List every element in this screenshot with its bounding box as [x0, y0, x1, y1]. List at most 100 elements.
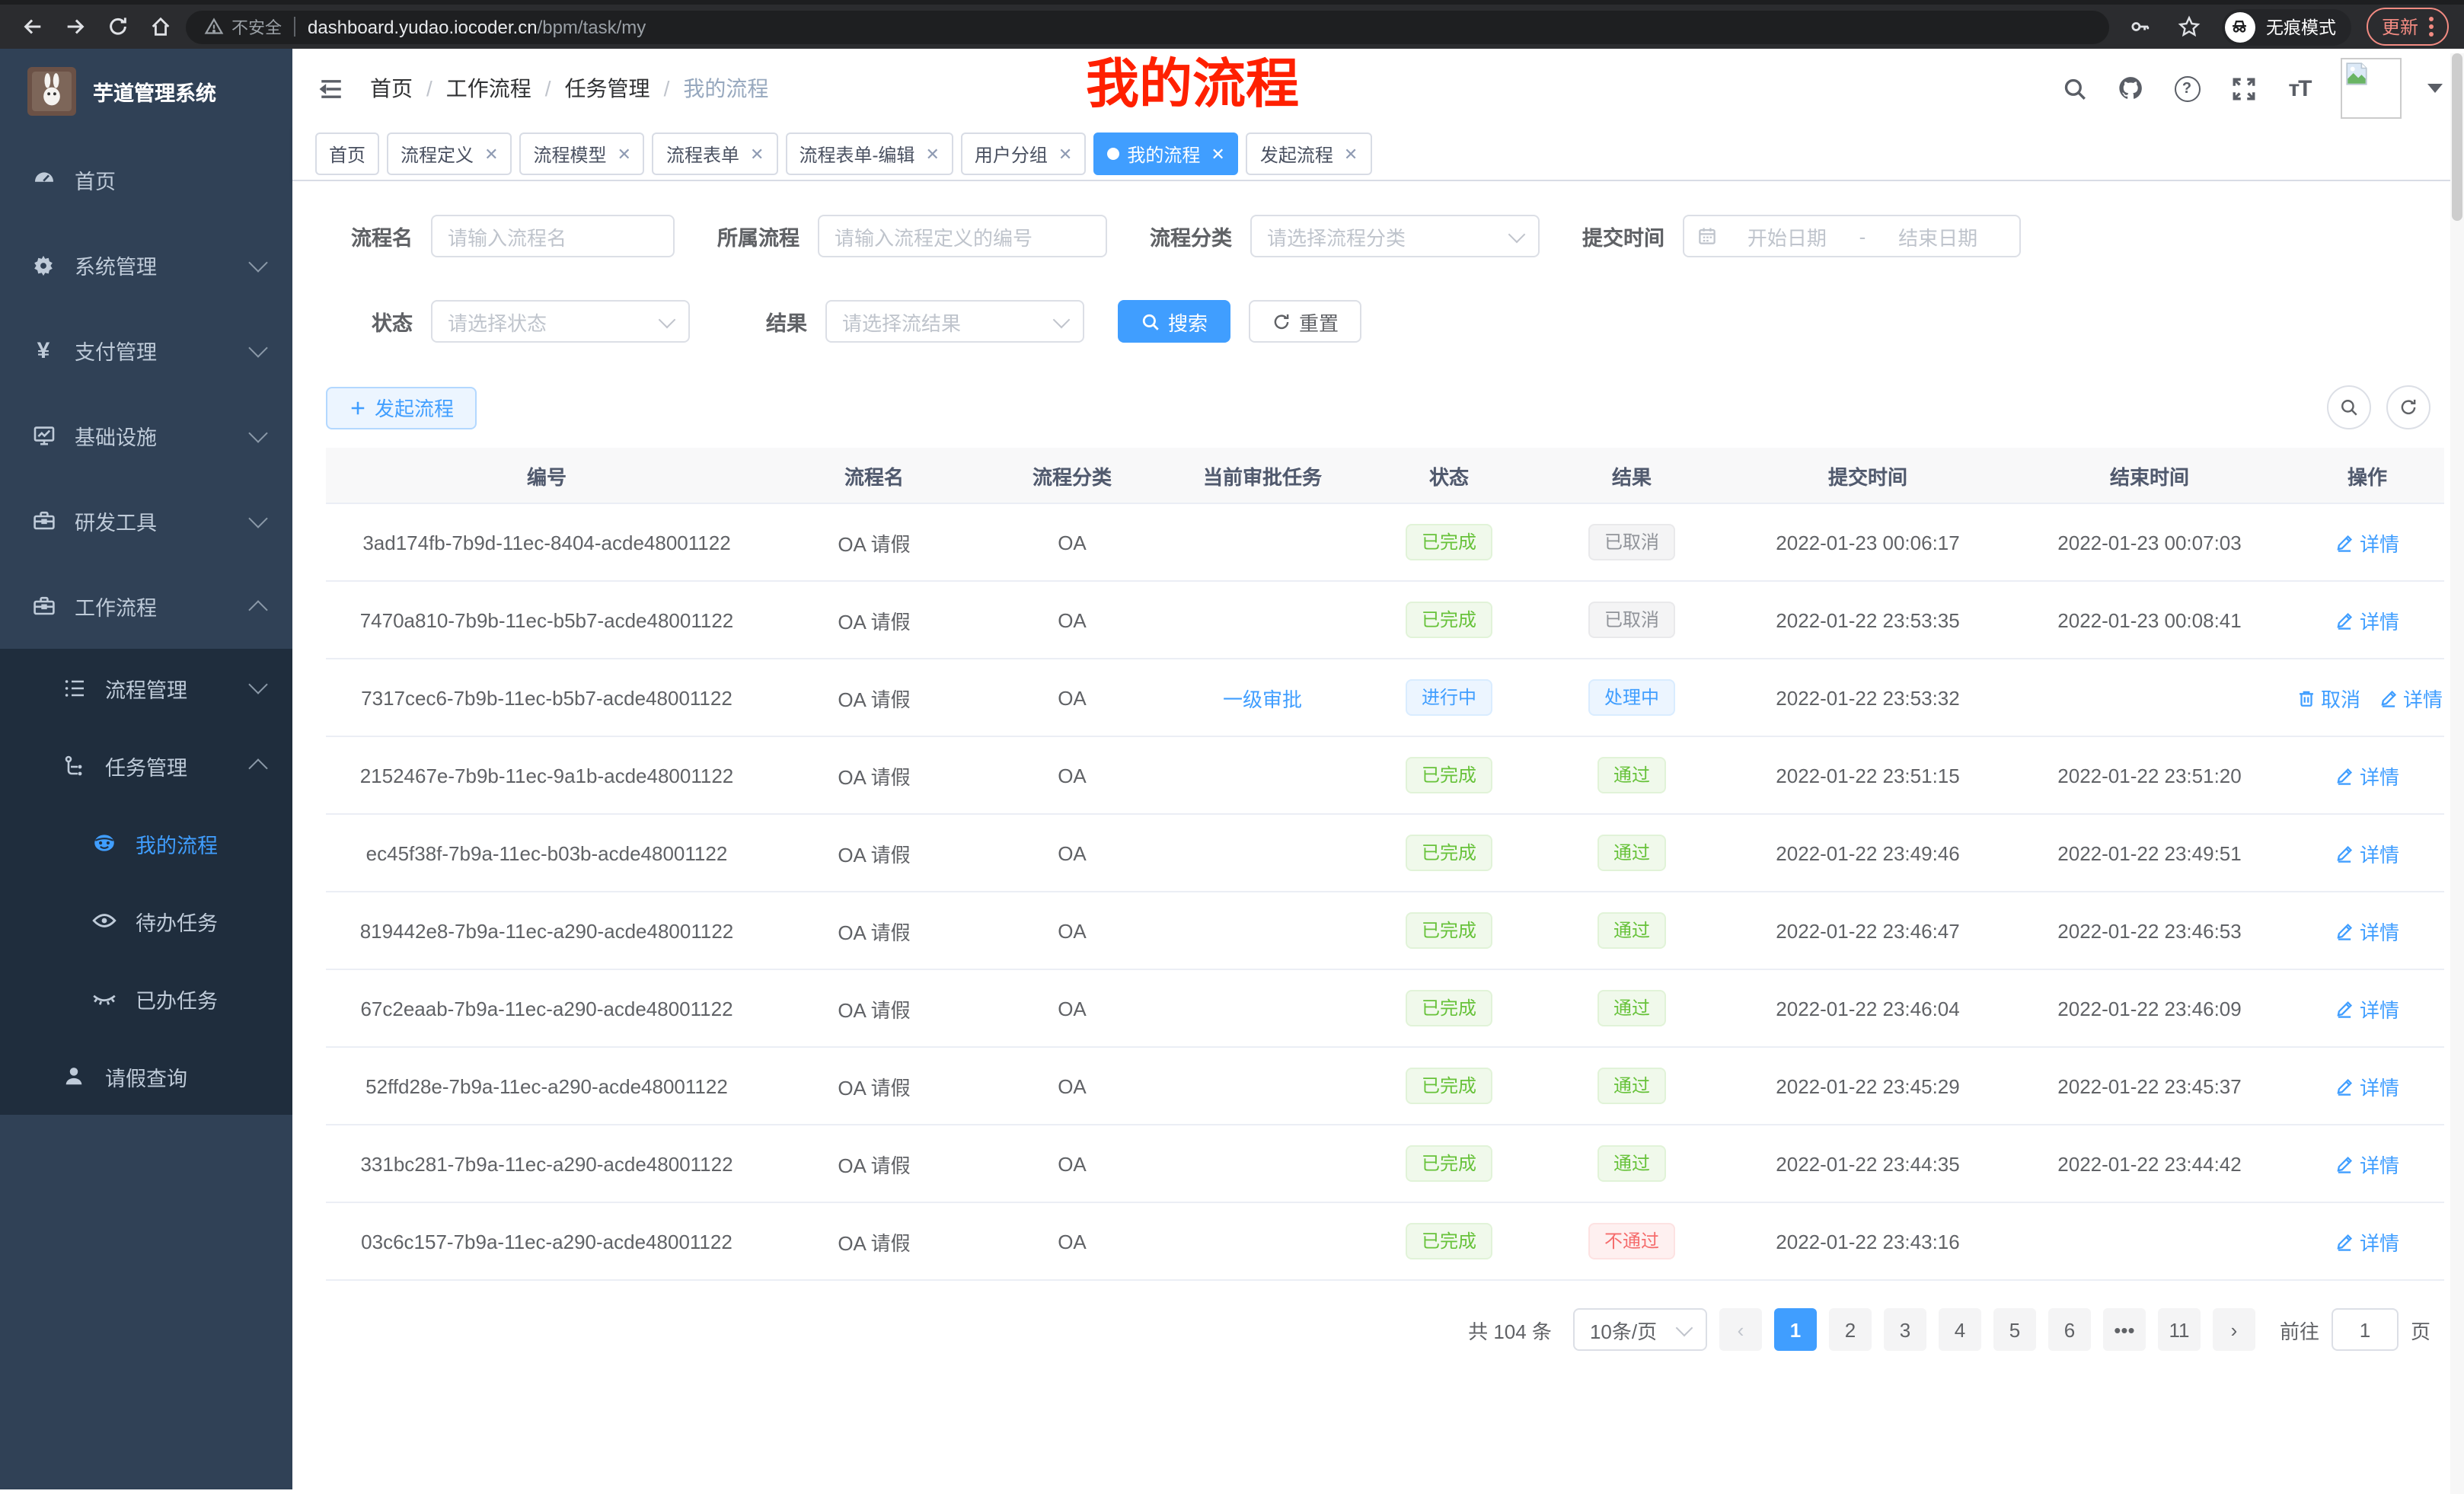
sidebar-item-系统管理[interactable]: 系统管理	[0, 222, 292, 308]
detail-action[interactable]: 详情	[2379, 683, 2443, 712]
breadcrumb-task[interactable]: 任务管理	[565, 73, 650, 104]
address-bar[interactable]: 不安全 dashboard.yudao.iocoder.cn/bpm/task/…	[186, 10, 2109, 43]
prev-page-button[interactable]: ‹	[1719, 1308, 1762, 1351]
browser-menu-icon[interactable]	[2429, 17, 2434, 37]
result-select[interactable]: 请选择流结果	[825, 300, 1084, 343]
detail-action[interactable]: 详情	[2335, 761, 2399, 790]
tab-流程定义[interactable]: 流程定义✕	[387, 132, 512, 175]
avatar-dropdown-caret[interactable]	[2427, 84, 2443, 93]
font-size-icon[interactable]: тT	[2284, 73, 2315, 104]
close-tab-icon[interactable]: ✕	[1058, 144, 1072, 164]
cell-task	[1163, 1125, 1361, 1202]
cell-status: 已完成	[1361, 581, 1537, 659]
close-tab-icon[interactable]: ✕	[618, 144, 631, 164]
page-button-2[interactable]: 2	[1829, 1308, 1872, 1351]
tab-用户分组[interactable]: 用户分组✕	[961, 132, 1086, 175]
detail-action[interactable]: 详情	[2335, 916, 2399, 945]
task-link[interactable]: 一级审批	[1223, 688, 1302, 710]
tab-我的流程[interactable]: 我的流程✕	[1093, 132, 1238, 175]
chevron-up-icon	[248, 599, 267, 618]
more-pages-button[interactable]: •••	[2103, 1308, 2146, 1351]
page-button-1[interactable]: 1	[1774, 1308, 1817, 1351]
tab-流程模型[interactable]: 流程模型✕	[520, 132, 645, 175]
next-page-button[interactable]: ›	[2213, 1308, 2255, 1351]
breadcrumb-workflow[interactable]: 工作流程	[446, 73, 531, 104]
detail-action[interactable]: 详情	[2335, 994, 2399, 1023]
fullscreen-icon[interactable]	[2228, 73, 2258, 104]
app-logo[interactable]: 芋道管理系统	[0, 49, 292, 134]
key-icon[interactable]	[2124, 10, 2158, 43]
status-select[interactable]: 请选择状态	[431, 300, 690, 343]
parent-process-input[interactable]: 请输入流程定义的编号	[818, 215, 1107, 257]
page-button-3[interactable]: 3	[1884, 1308, 1926, 1351]
github-icon[interactable]	[2115, 73, 2146, 104]
detail-action[interactable]: 详情	[2335, 1149, 2399, 1178]
cancel-action[interactable]: 取消	[2296, 683, 2360, 712]
col-end-time: 结束时间	[2009, 448, 2290, 503]
table-row: 331bc281-7b9a-11ec-a290-acde48001122OA 请…	[326, 1125, 2444, 1202]
chevron-down-icon	[248, 337, 267, 356]
sidebar-item-我的流程[interactable]: 我的流程	[0, 804, 292, 882]
cell-result: 已取消	[1537, 581, 1727, 659]
tab-流程表单[interactable]: 流程表单✕	[653, 132, 777, 175]
sidebar-item-请假查询[interactable]: 请假查询	[0, 1037, 292, 1115]
page-button-11[interactable]: 11	[2158, 1308, 2201, 1351]
edit-icon	[2335, 1231, 2355, 1251]
tab-发起流程[interactable]: 发起流程✕	[1246, 132, 1371, 175]
process-name-input[interactable]: 请输入流程名	[431, 215, 675, 257]
sidebar-item-基础设施[interactable]: 基础设施	[0, 393, 292, 478]
sidebar-item-已办任务[interactable]: 已办任务	[0, 959, 292, 1037]
reload-icon[interactable]	[101, 10, 134, 43]
breadcrumb: 首页 / 工作流程 / 任务管理 / 我的流程	[370, 73, 768, 104]
window-scrollbar[interactable]	[2450, 53, 2464, 1494]
help-icon[interactable]: ?	[2172, 73, 2202, 104]
page-button-6[interactable]: 6	[2048, 1308, 2091, 1351]
sidebar-item-待办任务[interactable]: 待办任务	[0, 882, 292, 959]
sidebar-item-流程管理[interactable]: 流程管理	[0, 649, 292, 726]
detail-action[interactable]: 详情	[2335, 1227, 2399, 1256]
page-size-select[interactable]: 10条/页	[1573, 1308, 1707, 1351]
reset-button[interactable]: 重置	[1249, 300, 1361, 343]
tags-view-bar: 首页流程定义✕流程模型✕流程表单✕流程表单-编辑✕用户分组✕我的流程✕发起流程✕	[292, 128, 2464, 181]
close-tab-icon[interactable]: ✕	[1344, 144, 1358, 164]
security-warning[interactable]: 不安全	[204, 14, 282, 39]
cell-task	[1163, 892, 1361, 969]
cell-end-time: 2022-01-22 23:45:37	[2009, 1047, 2290, 1125]
page-button-5[interactable]: 5	[1993, 1308, 2036, 1351]
sidebar-item-支付管理[interactable]: ¥支付管理	[0, 308, 292, 393]
search-button[interactable]: 搜索	[1118, 300, 1230, 343]
category-select[interactable]: 请选择流程分类	[1250, 215, 1540, 257]
forward-icon[interactable]	[58, 10, 91, 43]
close-tab-icon[interactable]: ✕	[484, 144, 498, 164]
avatar[interactable]	[2341, 58, 2402, 119]
search-icon[interactable]	[2059, 73, 2089, 104]
navbar: 首页 / 工作流程 / 任务管理 / 我的流程 我的流程 ?	[292, 49, 2464, 128]
sidebar-item-任务管理[interactable]: 任务管理	[0, 726, 292, 804]
sidebar-item-首页[interactable]: 首页	[0, 137, 292, 222]
close-tab-icon[interactable]: ✕	[750, 144, 764, 164]
create-process-button[interactable]: 发起流程	[326, 386, 477, 429]
refresh-table-button[interactable]	[2386, 385, 2430, 429]
home-icon[interactable]	[143, 10, 177, 43]
detail-action[interactable]: 详情	[2335, 528, 2399, 557]
detail-action[interactable]: 详情	[2335, 838, 2399, 867]
collapse-sidebar-icon[interactable]	[315, 73, 346, 104]
goto-page-input[interactable]: 1	[2332, 1308, 2399, 1351]
detail-action[interactable]: 详情	[2335, 605, 2399, 634]
date-range-picker[interactable]: 开始日期 - 结束日期	[1683, 215, 2021, 257]
sidebar-item-工作流程[interactable]: 工作流程	[0, 563, 292, 649]
bookmark-star-icon[interactable]	[2173, 10, 2207, 43]
tab-流程表单-编辑[interactable]: 流程表单-编辑✕	[785, 132, 953, 175]
page-button-4[interactable]: 4	[1939, 1308, 1981, 1351]
detail-action[interactable]: 详情	[2335, 1071, 2399, 1100]
close-tab-icon[interactable]: ✕	[1211, 144, 1224, 164]
update-button[interactable]: 更新	[2367, 8, 2449, 46]
sidebar-item-研发工具[interactable]: 研发工具	[0, 478, 292, 563]
show-search-button[interactable]	[2327, 385, 2371, 429]
back-icon[interactable]	[15, 10, 49, 43]
chevron-down-icon	[248, 423, 267, 442]
close-tab-icon[interactable]: ✕	[925, 144, 939, 164]
tab-label: 首页	[329, 141, 365, 167]
tab-首页[interactable]: 首页	[315, 132, 379, 175]
breadcrumb-home[interactable]: 首页	[370, 73, 413, 104]
